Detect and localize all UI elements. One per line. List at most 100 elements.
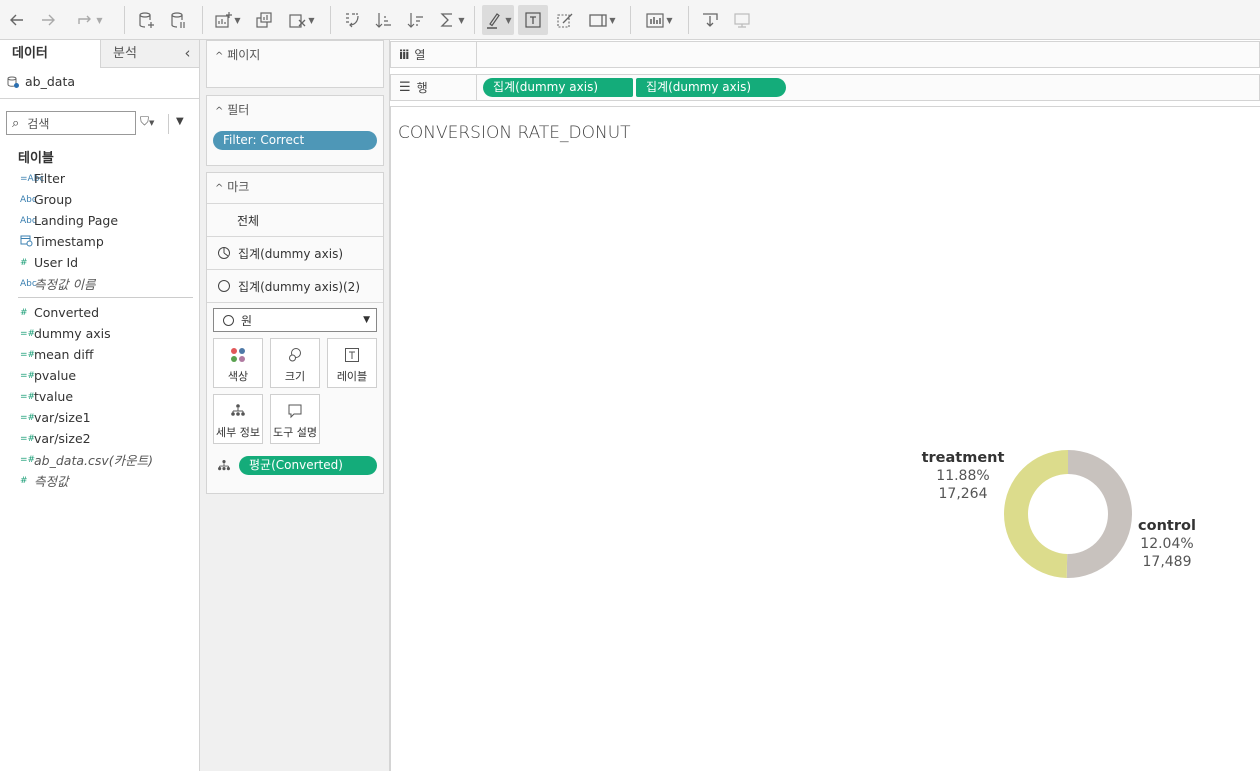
measure-field[interactable]: =# var/size1 [0, 407, 200, 428]
show-me-icon[interactable]: ▼ [640, 5, 678, 35]
control-percent: 12.04% [1140, 536, 1194, 552]
pages-card[interactable]: ^ 페이지 [206, 40, 384, 88]
format-workbook-icon[interactable] [552, 5, 578, 35]
number-field-icon: # [20, 257, 28, 268]
collapse-pane-button[interactable]: ‹ [176, 40, 199, 68]
string-field-icon: =Abc [20, 173, 45, 184]
measure-field[interactable]: =# ab_data.csv(카운트) [0, 449, 200, 470]
treatment-name: treatment [921, 450, 1005, 466]
marks-card[interactable]: ^ 마크 전체 집계(dummy axis) 집계(dummy axis)(2)… [206, 172, 384, 494]
mark-type-dropdown[interactable]: 원 ▼ [213, 308, 377, 332]
detail-icon [218, 460, 230, 471]
number-field-icon: =# [20, 454, 36, 465]
duplicate-icon[interactable] [252, 5, 276, 35]
size-label: 크기 [284, 370, 306, 383]
measure-field[interactable]: =# mean diff [0, 344, 200, 365]
dimension-field-label: Landing Page [34, 213, 119, 228]
datasource-icon [7, 76, 19, 88]
filter-fields-icon[interactable]: ⛉▼ [140, 114, 164, 132]
label-button[interactable]: 레이블 [327, 338, 377, 388]
measure-field[interactable]: # 측정값 [0, 470, 200, 491]
marks-layer-1[interactable]: 집계(dummy axis) [207, 236, 383, 269]
tab-analysis[interactable]: 분석 [100, 40, 176, 68]
pane-menu-icon[interactable]: ▼ [176, 116, 184, 127]
datasource-row[interactable]: ab_data [6, 74, 75, 89]
swap-icon[interactable] [340, 5, 364, 35]
new-data-source-icon[interactable] [134, 5, 158, 35]
measure-field[interactable]: =# var/size2 [0, 428, 200, 449]
dimension-field-label: Filter [34, 171, 65, 186]
tooltip-button[interactable]: 도구 설명 [270, 394, 320, 444]
pages-card-title: 페이지 [227, 48, 261, 62]
search-field[interactable]: ⌕ 검색 [6, 111, 136, 135]
row-pill-1[interactable]: 집계(dummy axis) [483, 78, 633, 97]
mark-type-label: 원 [241, 313, 253, 328]
label-label: 레이블 [336, 370, 368, 383]
sort-ascending-icon[interactable] [372, 5, 396, 35]
size-button[interactable]: 크기 [270, 338, 320, 388]
string-field-icon: Abc [20, 278, 37, 289]
measure-field-label: mean diff [34, 347, 94, 362]
dimension-field-label: 측정값 이름 [34, 277, 96, 292]
download-icon[interactable] [698, 5, 722, 35]
color-button[interactable]: 색상 [213, 338, 263, 388]
measure-field[interactable]: =# dummy axis [0, 323, 200, 344]
string-field-icon: Abc [20, 215, 37, 226]
dimension-field[interactable]: Abc Group [0, 189, 200, 210]
rows-shelf-label: ☰ 행 [391, 75, 477, 100]
measure-field-label: Converted [34, 305, 100, 320]
fit-icon[interactable]: ▼ [584, 5, 620, 35]
number-field-icon: # [20, 475, 28, 486]
clear-sheet-icon[interactable]: ▼ [284, 5, 318, 35]
replay-icon[interactable]: ▼ [68, 5, 110, 35]
view-area: CONVERSION RATE_DONUT treatment 11.88% 1… [390, 106, 1260, 771]
filter-pill[interactable]: Filter: Correct [213, 131, 377, 150]
dimension-field[interactable]: =Abc Filter [0, 168, 200, 189]
date-field-icon [0, 234, 34, 250]
dimension-field[interactable]: # User Id [0, 252, 200, 273]
new-worksheet-icon[interactable]: ▼ [212, 5, 242, 35]
number-field-icon: =# [20, 433, 36, 444]
measure-field[interactable]: =# tvalue [0, 386, 200, 407]
detail-pill[interactable]: 평균(Converted) [239, 456, 377, 475]
highlight-icon[interactable]: ▼ [482, 5, 514, 35]
totals-icon[interactable]: ▼ [436, 5, 466, 35]
redo-icon[interactable] [37, 5, 59, 35]
number-field-icon: =# [20, 370, 36, 381]
marks-layer-2[interactable]: 집계(dummy axis)(2) [207, 269, 383, 302]
sort-descending-icon[interactable] [404, 5, 428, 35]
undo-icon[interactable] [6, 5, 28, 35]
tooltip-icon [288, 404, 302, 419]
measure-field[interactable]: # Converted [0, 302, 200, 323]
show-labels-icon[interactable] [518, 5, 548, 35]
string-field-icon: Abc [20, 194, 37, 205]
dimension-field-label: Group [34, 192, 73, 207]
filters-card[interactable]: ^ 필터 Filter: Correct [206, 95, 384, 166]
columns-shelf[interactable]: iii 열 [390, 41, 1260, 68]
marks-layer-1-label: 집계(dummy axis) [238, 246, 344, 261]
presentation-icon[interactable] [730, 5, 754, 35]
rows-shelf[interactable]: ☰ 행 집계(dummy axis) 집계(dummy axis) [390, 74, 1260, 101]
rows-icon: ☰ [399, 80, 411, 95]
dimension-field[interactable]: Abc 측정값 이름 [0, 273, 200, 294]
dimension-field-label: Timestamp [34, 234, 104, 249]
detail-button[interactable]: 세부 정보 [213, 394, 263, 444]
dimension-field[interactable]: Timestamp [0, 231, 200, 252]
columns-shelf-label: iii 열 [391, 42, 477, 67]
marks-layer-2-label: 집계(dummy axis)(2) [238, 279, 361, 294]
filters-card-title: 필터 [227, 103, 250, 117]
search-placeholder: 검색 [27, 116, 50, 131]
number-field-icon: # [20, 307, 28, 318]
size-icon [289, 348, 301, 362]
number-field-icon: =# [20, 349, 36, 360]
tooltip-label: 도구 설명 [273, 426, 317, 439]
donut-slice-control[interactable] [1066, 450, 1133, 578]
measure-field[interactable]: =# pvalue [0, 365, 200, 386]
pause-updates-icon[interactable] [166, 5, 190, 35]
dimension-field[interactable]: Abc Landing Page [0, 210, 200, 231]
donut-slice-treatment[interactable] [1004, 450, 1068, 578]
tab-data[interactable]: 데이터 [0, 40, 100, 68]
row-pill-2[interactable]: 집계(dummy axis) [636, 78, 786, 97]
detail-icon [231, 404, 245, 416]
marks-all-tab[interactable]: 전체 [207, 203, 383, 236]
